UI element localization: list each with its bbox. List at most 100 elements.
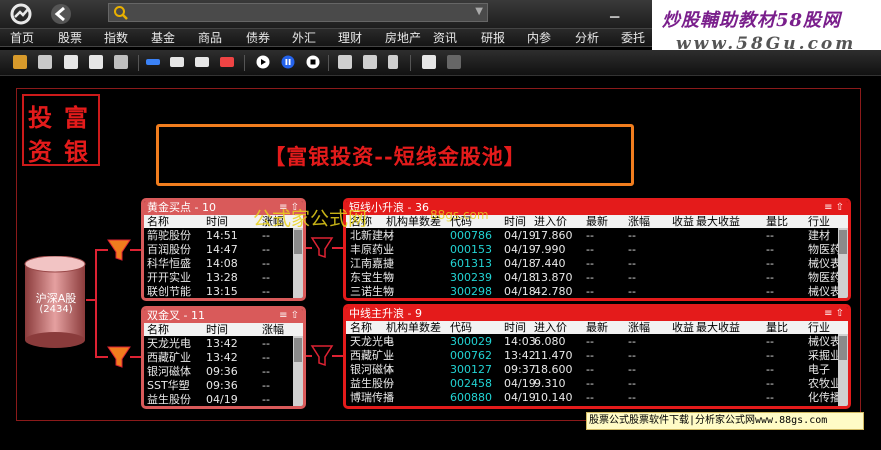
table-row[interactable]: 银河磁体 -- 300127 09:37 18.600 -- -- -- 电子 (346, 363, 838, 377)
table-cell: -- (262, 271, 270, 284)
source-count: (2434) (39, 304, 73, 315)
table-cell: 10.140 (534, 391, 573, 404)
scrollbar-thumb[interactable] (294, 230, 302, 254)
vertical-scrollbar[interactable] (838, 228, 848, 298)
vertical-scrollbar[interactable] (293, 228, 303, 298)
table-cell: -- (586, 349, 594, 362)
column-header[interactable]: 机构单数差 (386, 321, 441, 334)
table-cell: 百润股份 (147, 243, 191, 256)
table-cell: 09:36 (206, 365, 238, 378)
table-row[interactable]: SST华塑 09:36 -- (144, 379, 293, 393)
table-row[interactable]: 百润股份 14:47 -- (144, 243, 293, 257)
column-header[interactable]: 名称 (350, 321, 372, 334)
table-cell: -- (766, 349, 774, 362)
table-cell: -- (386, 271, 394, 284)
panel-double-cross[interactable]: 双金叉 - 11 ≡ ⇧ 名称 时间 涨幅 天龙光电 13:42 -- 西藏矿业 13:42 -- 银… (141, 306, 306, 409)
scrollbar-thumb[interactable] (839, 230, 847, 254)
table-row[interactable]: 箭驼股份 14:51 -- (144, 229, 293, 243)
panel-menu-icon[interactable]: ≡ ⇧ (824, 307, 844, 321)
panel-menu-icon[interactable]: ≡ ⇧ (279, 309, 299, 323)
table-row[interactable]: 东宝生物 -- 300239 04/18 13.870 -- -- -- 物医药 (346, 271, 841, 285)
column-header[interactable]: 名称 (147, 215, 169, 228)
column-header[interactable]: 时间 (206, 215, 228, 228)
column-header[interactable]: 代码 (450, 321, 472, 334)
column-header[interactable]: 涨幅 (628, 321, 650, 334)
panel-menu-icon[interactable]: ≡ ⇧ (824, 201, 844, 215)
column-header[interactable]: 时间 (206, 323, 228, 336)
vertical-scrollbar[interactable] (293, 336, 303, 406)
table-cell: -- (262, 257, 270, 270)
column-header[interactable]: 涨幅 (628, 215, 650, 228)
table-cell: -- (628, 377, 636, 390)
column-header[interactable]: 最新 (586, 215, 608, 228)
table-row[interactable]: 西藏矿业 -- 000762 13:42 11.470 -- -- -- 采掘业 (346, 349, 841, 363)
table-cell: 300298 (450, 285, 492, 298)
table-cell: 械仪表 (808, 285, 841, 298)
table-cell: 09:37 (504, 363, 536, 376)
table-cell: 建材 (808, 229, 830, 242)
table-row[interactable]: 丰原药业 -- 000153 04/19 7.990 -- -- -- 物医药 (346, 243, 841, 257)
table-cell: 物医药 (808, 271, 841, 284)
column-header[interactable]: 最大收益 (696, 321, 740, 334)
table-cell: 13.870 (534, 271, 573, 284)
table-cell: 000153 (450, 243, 492, 256)
table-row[interactable]: 天龙光电 13:42 -- (144, 337, 293, 351)
table-cell: -- (386, 391, 394, 404)
table-cell: 04/18 (504, 257, 536, 270)
table-cell: 300127 (450, 363, 492, 376)
table-row[interactable]: 益生股份 04/19 -- (144, 393, 293, 406)
column-header[interactable]: 进入价 (534, 321, 567, 334)
scrollbar-thumb[interactable] (294, 338, 302, 362)
panel-title-text: 双金叉 - 11 (147, 309, 205, 322)
table-row[interactable]: 三诺生物 -- 300298 04/18 42.780 -- -- -- 械仪表 (346, 285, 841, 298)
table-cell: 09:36 (206, 379, 238, 392)
footer-ad[interactable]: 股票公式股票软件下载|分析家公式网www.88gs.com (586, 412, 864, 430)
table-cell: 04/19 (504, 377, 536, 390)
table-cell: 04/19 (504, 229, 536, 242)
table-cell: 采掘业 (808, 349, 841, 362)
column-header[interactable]: 名称 (147, 323, 169, 336)
panel-short-wave[interactable]: 短线小升浪 - 36 ≡ ⇧ 名称 机构单数差 代码 时间 进入价 最新 涨幅 收益 最大收益 量比行… (343, 198, 851, 301)
table-cell: 7.440 (534, 257, 566, 270)
column-header[interactable]: 收益 (672, 321, 694, 334)
table-cell: -- (766, 243, 774, 256)
table-row[interactable]: 北新建材 -- 000786 04/19 17.860 -- -- -- 建材 (346, 229, 838, 243)
app-window: ▼ ▁ 炒股輔助教材58股网 www.58Gu.com 首页 股票 指数 基金 商品 债券… (0, 0, 881, 450)
table-cell: -- (766, 335, 774, 348)
column-header[interactable]: 量比 (766, 321, 788, 334)
table-row[interactable]: 江南嘉捷 -- 601313 04/18 7.440 -- -- -- 械仪表 (346, 257, 841, 271)
table-cell: -- (766, 285, 774, 298)
table-row[interactable]: 天龙光电 -- 300029 14:03 6.080 -- -- -- 械仪表 (346, 335, 841, 349)
column-header[interactable]: 收益 (672, 215, 694, 228)
table-row[interactable]: 博瑞传播 -- 600880 04/19 10.140 -- -- -- 化传播 (346, 391, 841, 405)
table-row[interactable]: 科华恒盛 14:08 -- (144, 257, 293, 271)
column-header[interactable]: 最大收益 (696, 215, 740, 228)
table-row[interactable]: 开开实业 13:28 -- (144, 271, 293, 285)
table-cell: -- (628, 391, 636, 404)
table-row[interactable]: 银河磁体 09:36 -- (144, 365, 293, 379)
table-cell: 14:03 (504, 335, 536, 348)
table-row[interactable]: 益生股份 -- 002458 04/19 9.310 -- -- -- 农牧业 (346, 377, 841, 391)
column-header[interactable]: 涨幅 (262, 323, 284, 336)
column-header[interactable]: 行业 (808, 215, 830, 228)
table-cell: -- (628, 335, 636, 348)
table-cell: 物医药 (808, 243, 841, 256)
table-row[interactable]: 西藏矿业 13:42 -- (144, 351, 293, 365)
table-cell: SST华塑 (147, 379, 190, 392)
column-header[interactable]: 时间 (504, 215, 526, 228)
panel-mid-wave[interactable]: 中线主升浪 - 9 ≡ ⇧ 名称 机构单数差 代码 时间 进入价 最新 涨幅 收益 最大收益 量比 行业… (343, 304, 851, 409)
column-header[interactable]: 量比 (766, 215, 788, 228)
table-cell: 开开实业 (147, 271, 191, 284)
column-header[interactable]: 进入价 (534, 215, 567, 228)
column-header[interactable]: 行业 (808, 321, 830, 334)
column-header[interactable]: 时间 (504, 321, 526, 334)
table-cell: -- (586, 285, 594, 298)
vertical-scrollbar[interactable] (838, 334, 848, 406)
table-cell: -- (586, 229, 594, 242)
table-cell: -- (386, 243, 394, 256)
table-row[interactable]: 联创节能 13:15 -- (144, 285, 293, 298)
table-cell: 04/19 (504, 243, 536, 256)
scrollbar-thumb[interactable] (839, 336, 847, 360)
table-cell: -- (766, 363, 774, 376)
column-header[interactable]: 最新 (586, 321, 608, 334)
